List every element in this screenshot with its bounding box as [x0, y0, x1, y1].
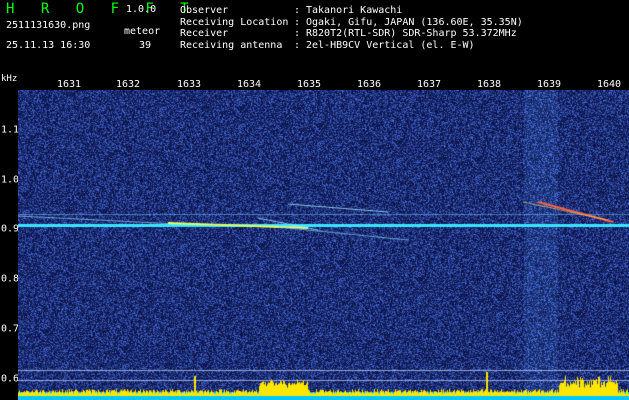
- info-value: R820T2(RTL-SDR) SDR-Sharp 53.372MHz: [306, 28, 517, 39]
- app-version: 1.0.0: [126, 4, 157, 15]
- time-tick-label: 1633: [176, 79, 202, 90]
- info-value: Takanori Kawachi: [306, 5, 403, 16]
- info-key: Receiver: [180, 28, 229, 39]
- freq-tick-label: 0.8: [1, 273, 20, 285]
- station-info: Observer : Takanori Kawachi Receiving Lo…: [180, 5, 523, 51]
- info-row-receiver: Receiver : R820T2(RTL-SDR) SDR-Sharp 53.…: [180, 28, 523, 40]
- frequency-unit-label: kHz: [1, 74, 18, 84]
- spectrogram-display: [18, 90, 629, 400]
- info-separator: :: [294, 39, 301, 51]
- time-tick-label: 1634: [236, 79, 262, 90]
- meteor-label: meteor: [124, 26, 161, 37]
- meteor-count: 39: [139, 40, 152, 51]
- info-value: Ogaki, Gifu, JAPAN (136.60E, 35.35N): [306, 16, 523, 28]
- file-name: 2511131630.png: [6, 20, 91, 31]
- freq-tick-label: 1.1: [1, 124, 20, 136]
- time-tick-label: 1637: [416, 79, 442, 90]
- time-tick-label: 1631: [56, 79, 82, 90]
- time-tick-label: 1639: [536, 79, 562, 90]
- freq-tick-label: 1.0: [1, 174, 20, 186]
- time-tick-label: 1636: [356, 79, 382, 90]
- app-title: H R O F F T: [6, 1, 198, 17]
- time-tick-label: 1635: [296, 79, 322, 90]
- time-tick-label: 1638: [476, 79, 502, 90]
- info-row-observer: Observer : Takanori Kawachi: [180, 5, 523, 17]
- freq-tick-label: 0.6: [1, 373, 20, 385]
- info-key: Receiving Location: [180, 16, 289, 28]
- info-row-location: Receiving Location : Ogaki, Gifu, JAPAN …: [180, 17, 523, 29]
- info-key: Observer: [180, 5, 229, 16]
- time-tick-label: 1632: [115, 79, 141, 90]
- info-separator: :: [294, 28, 301, 39]
- info-value: 2el-HB9CV Vertical (el. E-W): [306, 39, 475, 51]
- time-tick-label: 1640: [596, 79, 622, 90]
- observation-datetime: 25.11.13 16:30: [6, 40, 91, 51]
- info-key: Receiving antenna: [180, 39, 283, 51]
- info-separator: :: [294, 16, 301, 28]
- freq-tick-label: 0.9: [1, 223, 20, 235]
- info-separator: :: [294, 5, 301, 16]
- freq-tick-label: 0.7: [1, 323, 20, 335]
- info-row-antenna: Receiving antenna : 2el-HB9CV Vertical (…: [180, 40, 523, 52]
- header: H R O F F T 1.0.0 2511131630.png 25.11.1…: [0, 0, 629, 75]
